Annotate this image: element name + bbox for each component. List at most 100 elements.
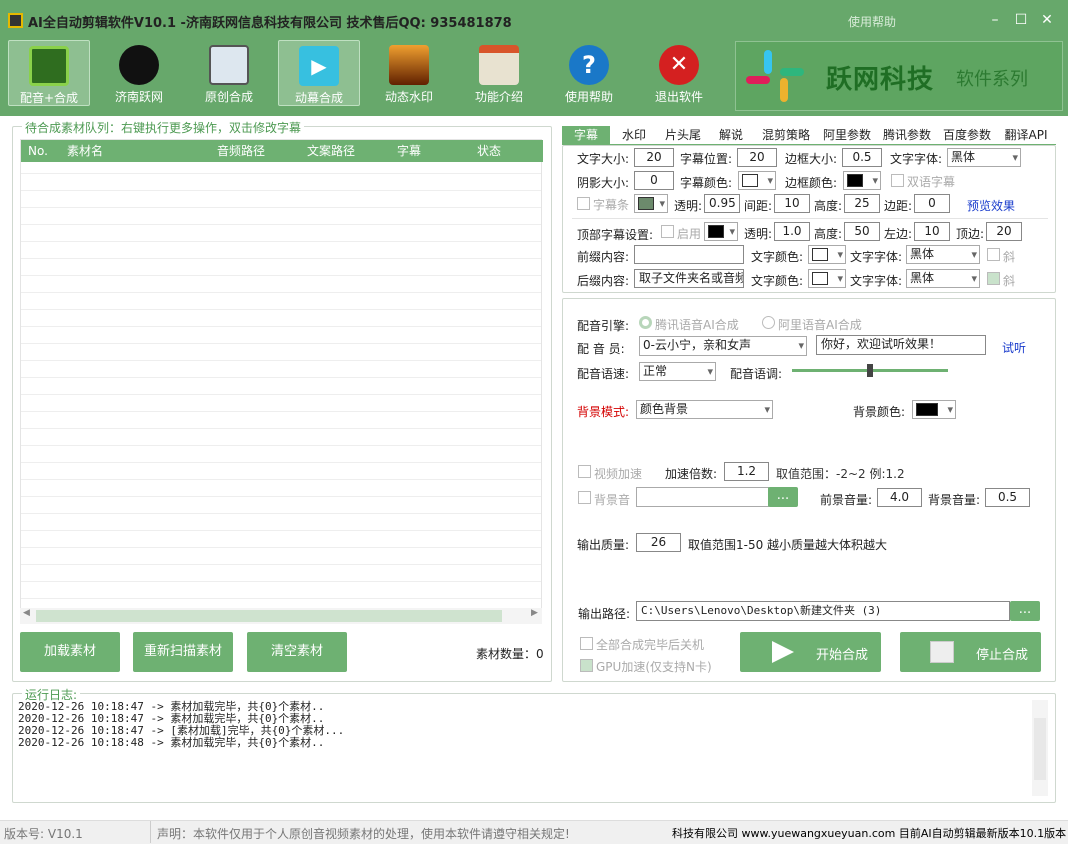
col-no[interactable]: No. — [28, 140, 48, 162]
tool-exit[interactable]: ✕ 退出软件 — [638, 40, 720, 106]
top-color-select[interactable] — [704, 222, 738, 241]
tab-mix-strategy[interactable]: 混剪策略 — [756, 126, 816, 145]
tab-baidu-params[interactable]: 百度参数 — [938, 126, 996, 145]
tab-subtitle[interactable]: 字幕 — [562, 126, 610, 145]
bar-height-input[interactable]: 25 — [844, 194, 880, 213]
tool-dynamic-watermark[interactable]: 动态水印 — [368, 40, 450, 106]
tool-features[interactable]: 功能介绍 — [458, 40, 540, 106]
prefix-textcolor-label: 文字颜色: — [751, 250, 804, 264]
border-size-input[interactable]: 0.5 — [842, 148, 882, 167]
top-left-input[interactable]: 10 — [914, 222, 950, 241]
scroll-thumb[interactable] — [36, 610, 502, 622]
suffix-color-select[interactable] — [808, 269, 846, 288]
prefix-italic-checkbox[interactable] — [987, 248, 1000, 261]
col-name[interactable]: 素材名 — [67, 140, 103, 162]
scroll-thumb[interactable] — [1034, 718, 1046, 780]
bgm-browse-button[interactable]: ... — [768, 487, 798, 507]
speed-select[interactable]: 正常 — [639, 362, 716, 381]
border-color-select[interactable] — [843, 171, 881, 190]
output-browse-button[interactable]: ... — [1010, 601, 1040, 621]
scroll-left-icon[interactable]: ◀ — [23, 608, 30, 618]
bar-color-select[interactable] — [634, 194, 668, 213]
material-count: 素材数量：0 — [476, 647, 544, 661]
engine-ali-label: 阿里语音AI合成 — [778, 318, 862, 332]
prefix-color-select[interactable] — [808, 245, 846, 264]
tool-motion-compose[interactable]: ▶ 动幕合成 — [278, 40, 360, 106]
engine-tencent-radio[interactable] — [639, 316, 652, 329]
font-size-label: 文字大小: — [577, 152, 630, 166]
top-alpha-input[interactable]: 1.0 — [774, 222, 810, 241]
minimize-icon[interactable]: – — [985, 10, 1005, 30]
quality-input[interactable]: 26 — [636, 533, 681, 552]
stop-compose-button[interactable]: 停止合成 — [900, 632, 1041, 672]
app-icon — [8, 13, 23, 28]
tab-tencent-params[interactable]: 腾讯参数 — [878, 126, 936, 145]
bar-margin-input[interactable]: 0 — [914, 194, 950, 213]
bgm-path-input[interactable] — [636, 487, 769, 507]
suffix-italic-checkbox[interactable] — [987, 272, 1000, 285]
fg-volume-input[interactable]: 4.0 — [877, 488, 922, 507]
accel-rate-input[interactable]: 1.2 — [724, 462, 769, 481]
tab-ali-params[interactable]: 阿里参数 — [818, 126, 876, 145]
brand-name: 跃网科技 — [826, 65, 935, 95]
col-audio-path[interactable]: 音频路径 — [217, 140, 265, 162]
accel-checkbox[interactable] — [578, 465, 591, 478]
maximize-icon[interactable]: ☐ — [1011, 10, 1031, 30]
tool-help[interactable]: ? 使用帮助 — [548, 40, 630, 106]
engine-ali-radio[interactable] — [762, 316, 775, 329]
help-link[interactable]: 使用帮助 — [848, 13, 896, 30]
load-button[interactable]: 加载素材 — [20, 632, 120, 672]
log-scrollbar[interactable] — [1032, 700, 1048, 796]
bilingual-checkbox[interactable] — [891, 174, 904, 187]
home-icon — [479, 45, 519, 85]
suffix-font-select[interactable]: 黑体 — [906, 269, 980, 288]
bg-volume-input[interactable]: 0.5 — [985, 488, 1030, 507]
top-top-label: 顶边: — [956, 227, 985, 241]
horizontal-scrollbar[interactable]: ◀ ▶ — [20, 608, 542, 624]
top-top-input[interactable]: 20 — [986, 222, 1022, 241]
col-subtitle[interactable]: 字幕 — [397, 140, 421, 162]
clear-button[interactable]: 清空素材 — [247, 632, 347, 672]
scroll-right-icon[interactable]: ▶ — [531, 608, 538, 618]
tool-jinan-yuewang[interactable]: 济南跃网 — [98, 40, 180, 106]
bar-alpha-input[interactable]: 0.95 — [704, 194, 740, 213]
rescan-button[interactable]: 重新扫描素材 — [133, 632, 233, 672]
top-enable-checkbox[interactable] — [661, 225, 674, 238]
start-compose-button[interactable]: 开始合成 — [740, 632, 881, 672]
tab-translate-api[interactable]: 翻译API — [998, 126, 1054, 145]
tab-intro-outro[interactable]: 片头尾 — [660, 126, 706, 145]
shadow-input[interactable]: 0 — [634, 171, 674, 190]
actor-select[interactable]: 0-云小宁，亲和女声 — [639, 336, 807, 356]
tab-narration[interactable]: 解说 — [710, 126, 752, 145]
output-path-input[interactable]: C:\Users\Lenovo\Desktop\新建文件夹 (3) — [636, 601, 1010, 621]
font-size-input[interactable]: 20 — [634, 148, 674, 167]
col-status[interactable]: 状态 — [477, 140, 501, 162]
prefix-font-select[interactable]: 黑体 — [906, 245, 980, 264]
top-subtitle-label: 顶部字幕设置: — [577, 228, 654, 242]
close-icon[interactable]: ✕ — [1037, 10, 1057, 30]
sample-text-input[interactable]: 你好，欢迎试听效果！ — [816, 335, 986, 355]
bgm-checkbox[interactable] — [578, 491, 591, 504]
bg-mode-select[interactable]: 颜色背景 — [636, 400, 773, 419]
subtitle-pos-input[interactable]: 20 — [737, 148, 777, 167]
subtitle-bar-checkbox[interactable] — [577, 197, 590, 210]
top-height-input[interactable]: 50 — [844, 222, 880, 241]
tone-slider-thumb[interactable] — [867, 364, 873, 377]
top-height-label: 高度: — [814, 227, 843, 241]
bar-gap-input[interactable]: 10 — [774, 194, 810, 213]
queue-table[interactable]: No. 素材名 音频路径 文案路径 字幕 状态 — [20, 139, 543, 609]
tool-original-compose[interactable]: 原创合成 — [188, 40, 270, 106]
try-listen-link[interactable]: 试听 — [1002, 339, 1026, 356]
bg-color-select[interactable] — [912, 400, 956, 419]
tool-dub-compose[interactable]: 配音+合成 — [8, 40, 90, 106]
shutdown-checkbox[interactable] — [580, 637, 593, 650]
font-family-select[interactable]: 黑体 — [947, 148, 1021, 167]
color-swatch — [916, 403, 938, 416]
col-text-path[interactable]: 文案路径 — [307, 140, 355, 162]
gpu-checkbox[interactable] — [580, 659, 593, 672]
preview-link[interactable]: 预览效果 — [967, 197, 1015, 214]
prefix-input[interactable] — [634, 245, 744, 264]
tab-watermark[interactable]: 水印 — [614, 126, 654, 145]
suffix-input[interactable]: 取子文件夹名或音频 — [634, 269, 744, 288]
subtitle-color-select[interactable] — [738, 171, 776, 190]
